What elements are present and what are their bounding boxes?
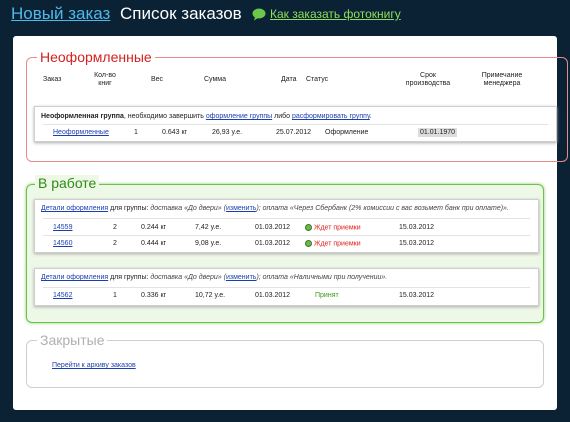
order-14559-date: 01.03.2012: [255, 224, 291, 231]
header-order: Заказ: [43, 76, 62, 83]
order-14560-link[interactable]: 14560: [53, 240, 72, 247]
unfinished-group-text: Неоформленная группа, необходимо заверши…: [41, 113, 372, 120]
order-14562-status: Принят: [315, 292, 339, 299]
order-14559-qty: 2: [113, 224, 117, 231]
order-14559-sum: 7,42 у.е.: [195, 224, 222, 231]
unfinished-group-card: Неоформленная группа, необходимо заверши…: [34, 106, 557, 142]
order-14560-weight: 0.444 кг: [141, 240, 167, 247]
unfinished-sum: 26,93 у.е.: [212, 129, 243, 136]
order-14559-weight: 0.244 кг: [141, 224, 167, 231]
header-term: Срок производства: [405, 72, 451, 87]
how-to-order-label: Как заказать фотокнигу: [270, 7, 401, 21]
order-14559-term: 15.03.2012: [399, 224, 435, 231]
closed-section: Закрытые Перейти к архиву заказов: [26, 332, 544, 388]
unfinished-order-link[interactable]: Неоформленные: [53, 129, 109, 136]
work-group-card-2: Детали оформления для группы: доставка «…: [34, 268, 539, 306]
unfinished-weight: 0.643 кг: [162, 129, 188, 136]
order-14559-status: Ждет приемки: [305, 224, 361, 231]
order-14562-qty: 1: [113, 292, 117, 299]
header-note: Примечание менеджера: [481, 72, 523, 87]
top-nav: Новый заказ Список заказов Как заказать …: [0, 0, 570, 34]
header-date: Дата: [281, 76, 297, 83]
work-group-card-1: Детали оформления для группы: доставка «…: [34, 199, 539, 253]
unfinished-term: 01.01.1970: [418, 128, 458, 137]
order-14560-status: Ждет приемки: [305, 240, 361, 247]
order-14559-link[interactable]: 14559: [53, 224, 72, 231]
in-work-title: В работе: [35, 175, 100, 191]
order-14562-link[interactable]: 14562: [53, 292, 72, 299]
header-status: Статус: [306, 76, 329, 83]
group-1-details-link[interactable]: Детали оформления: [41, 205, 108, 212]
order-14560-date: 01.03.2012: [255, 240, 291, 247]
in-work-section: В работе Детали оформления для группы: д…: [26, 175, 544, 323]
order-14562-weight: 0.336 кг: [141, 292, 167, 299]
main-panel: Неоформленные Заказ Кол-во книг Вес Сумм…: [13, 36, 568, 410]
closed-title: Закрытые: [37, 332, 108, 348]
order-14560-term: 15.03.2012: [399, 240, 435, 247]
archive-link[interactable]: Перейти к архиву заказов: [52, 362, 136, 369]
group-2-details-link[interactable]: Детали оформления: [41, 274, 108, 281]
new-order-link[interactable]: Новый заказ: [11, 4, 110, 24]
group-1-change-link[interactable]: изменить: [226, 205, 256, 212]
unfinished-status: Оформление: [325, 129, 369, 136]
order-14562-sum: 10,72 у.е.: [195, 292, 226, 299]
order-14560-sum: 9,08 у.е.: [195, 240, 222, 247]
header-qty: Кол-во книг: [94, 72, 116, 87]
unfinished-date: 25.07.2012: [276, 129, 312, 136]
order-14560-qty: 2: [113, 240, 117, 247]
how-to-order-link[interactable]: Как заказать фотокнигу: [252, 7, 401, 21]
orders-list-title: Список заказов: [120, 4, 242, 23]
header-sum: Сумма: [204, 76, 226, 83]
order-14562-term: 15.03.2012: [399, 292, 435, 299]
speech-bubble-icon: [252, 8, 266, 21]
clock-icon: [305, 224, 312, 231]
complete-group-link[interactable]: оформление группы: [206, 113, 272, 120]
group-2-details: Детали оформления для группы: доставка «…: [41, 274, 388, 281]
unfinished-qty: 1: [134, 129, 138, 136]
header-weight: Вес: [151, 76, 164, 83]
clock-icon: [305, 240, 312, 247]
unfinished-section: Неоформленные Заказ Кол-во книг Вес Сумм…: [26, 49, 568, 162]
disband-group-link[interactable]: расформировать группу: [292, 113, 370, 120]
group-1-details: Детали оформления для группы: доставка «…: [41, 205, 509, 212]
order-14562-date: 01.03.2012: [255, 292, 291, 299]
unfinished-title: Неоформленные: [37, 49, 155, 65]
group-2-change-link[interactable]: изменить: [226, 274, 256, 281]
